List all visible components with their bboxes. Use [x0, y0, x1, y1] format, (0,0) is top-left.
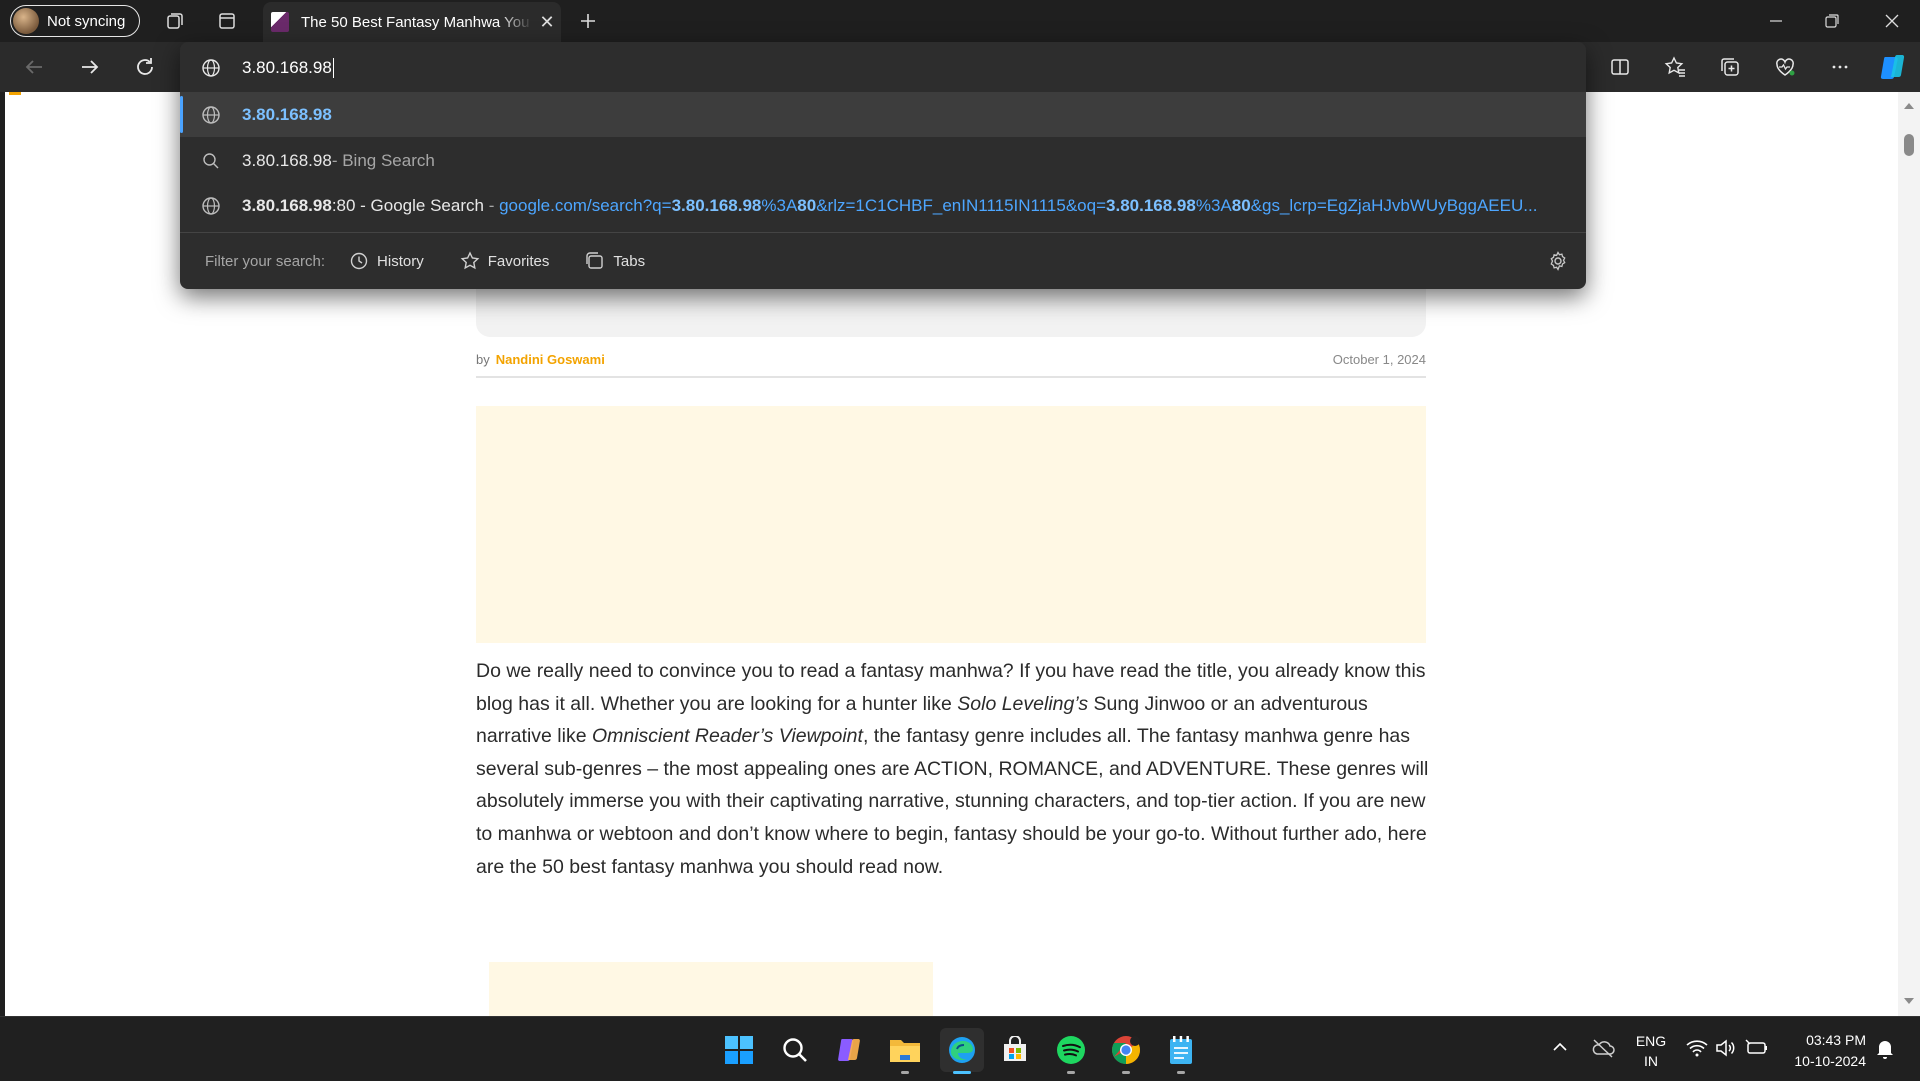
title-omniscient-reader: Omniscient Reader’s Viewpoint [591, 725, 863, 748]
suggestion-bing-search[interactable]: 3.80.168.98 - Bing Search [180, 138, 1586, 183]
minimize-icon[interactable] [1748, 0, 1804, 42]
clock-time: 03:43 PM [1806, 1032, 1866, 1048]
filter-history[interactable]: History [349, 251, 424, 271]
running-indicator [1122, 1071, 1130, 1074]
region-label: IN [1644, 1053, 1658, 1069]
scrollbar-thumb[interactable] [1904, 134, 1914, 156]
tab-title: The 50 Best Fantasy Manhwa You Need to R… [301, 13, 533, 31]
chrome-icon[interactable] [1106, 1030, 1146, 1070]
system-clock[interactable]: 03:43 PM 10-10-2024 [1782, 1030, 1866, 1072]
microsoft-store-icon[interactable] [995, 1030, 1035, 1070]
suggestion-text: 3.80.168.98 [242, 104, 332, 124]
wifi-icon[interactable] [1686, 1039, 1708, 1062]
selection-indicator [180, 96, 183, 133]
close-window-icon[interactable] [1864, 0, 1920, 42]
workspaces-icon[interactable] [159, 5, 191, 37]
chevron-up-icon[interactable] [1551, 1038, 1569, 1061]
text-caret [332, 58, 334, 78]
avatar [13, 8, 39, 34]
article-byline: by Nandini Goswami October 1, 2024 [476, 352, 1426, 378]
active-indicator [953, 1071, 971, 1074]
split-screen-icon[interactable] [1600, 49, 1640, 85]
paragraph-text: , the fantasy genre includes all. The fa… [476, 725, 1429, 878]
profile-button[interactable]: Not syncing [10, 5, 140, 37]
globe-icon [180, 58, 242, 78]
globe-icon [180, 196, 242, 216]
collections-icon[interactable] [1710, 49, 1750, 85]
search-icon[interactable] [775, 1030, 815, 1070]
onedrive-offline-icon[interactable] [1591, 1038, 1615, 1063]
edge-icon[interactable] [940, 1028, 984, 1072]
copilot-taskbar-icon[interactable] [830, 1030, 870, 1070]
ad-placeholder-2 [489, 962, 933, 1016]
suggestion-source: - Bing Search [331, 150, 435, 170]
filter-label: Filter your search: [205, 252, 326, 270]
running-indicator [1067, 1071, 1075, 1074]
refresh-icon[interactable] [125, 49, 165, 85]
byline-by: by [476, 352, 490, 367]
input-language[interactable]: ENG IN [1628, 1031, 1674, 1071]
browser-essentials-icon[interactable] [1765, 49, 1805, 85]
more-menu-icon[interactable] [1820, 49, 1860, 85]
file-explorer-icon[interactable] [885, 1030, 925, 1070]
filter-tabs[interactable]: Tabs [585, 251, 645, 271]
volume-icon[interactable] [1715, 1039, 1737, 1062]
favorites-icon[interactable] [1655, 49, 1695, 85]
globe-icon [180, 105, 242, 125]
battery-icon[interactable] [1745, 1039, 1769, 1062]
search-icon [180, 152, 242, 170]
suggestion-google-search[interactable]: 3.80.168.98:80 - Google Search - google.… [180, 183, 1586, 228]
forward-icon[interactable] [70, 49, 110, 85]
author-link[interactable]: Nandini Goswami [496, 352, 605, 367]
dropdown-divider [180, 232, 1586, 233]
vertical-tabs-icon[interactable] [211, 5, 243, 37]
restore-icon[interactable] [1804, 0, 1860, 42]
windows-start-icon[interactable] [719, 1030, 759, 1070]
running-indicator [901, 1071, 909, 1074]
address-bar[interactable]: 3.80.168.98 [180, 48, 1586, 88]
tab-active[interactable]: The 50 Best Fantasy Manhwa You Need to R… [263, 2, 561, 42]
suggestion-bold-text: 3.80.168.98 [242, 195, 332, 215]
suggestion-text: 3.80.168.98 [242, 150, 332, 170]
suggestion-dash: - [483, 195, 500, 215]
back-icon[interactable] [14, 49, 54, 85]
notepad-icon[interactable] [1161, 1030, 1201, 1070]
settings-gear-icon[interactable] [1548, 251, 1568, 275]
notification-bell-icon[interactable] [1875, 1038, 1895, 1065]
tab-favicon [271, 12, 289, 32]
page-scrollbar[interactable] [1898, 92, 1920, 1016]
copilot-icon[interactable] [1873, 49, 1913, 85]
history-icon [350, 252, 368, 270]
profile-label: Not syncing [47, 12, 126, 30]
publish-date: October 1, 2024 [1332, 352, 1426, 367]
filter-bar: Filter your search: History Favorites Ta… [180, 236, 1586, 286]
page-accent-mark [9, 92, 21, 95]
spotify-icon[interactable] [1051, 1030, 1091, 1070]
ad-placeholder [476, 406, 1426, 643]
tabs-icon [586, 252, 604, 269]
title-solo-leveling: Solo Leveling’s [957, 692, 1089, 715]
address-input-value[interactable]: 3.80.168.98 [242, 58, 332, 78]
clock-date: 10-10-2024 [1794, 1053, 1866, 1069]
language-label: ENG [1635, 1033, 1667, 1049]
running-indicator [1177, 1071, 1185, 1074]
star-icon [460, 251, 480, 270]
article-intro-paragraph: Do we really need to convince you to rea… [476, 655, 1436, 883]
suggestion-url[interactable]: 3.80.168.98 [180, 92, 1586, 137]
suggestion-url-text: google.com/search?q=3.80.168.98%3A80&rlz… [499, 195, 1538, 215]
new-tab-icon[interactable] [572, 5, 604, 37]
suggestion-text: :80 - Google Search [331, 195, 484, 215]
filter-favorites[interactable]: Favorites [460, 251, 549, 271]
tab-close-icon[interactable]: ✕ [533, 12, 561, 33]
